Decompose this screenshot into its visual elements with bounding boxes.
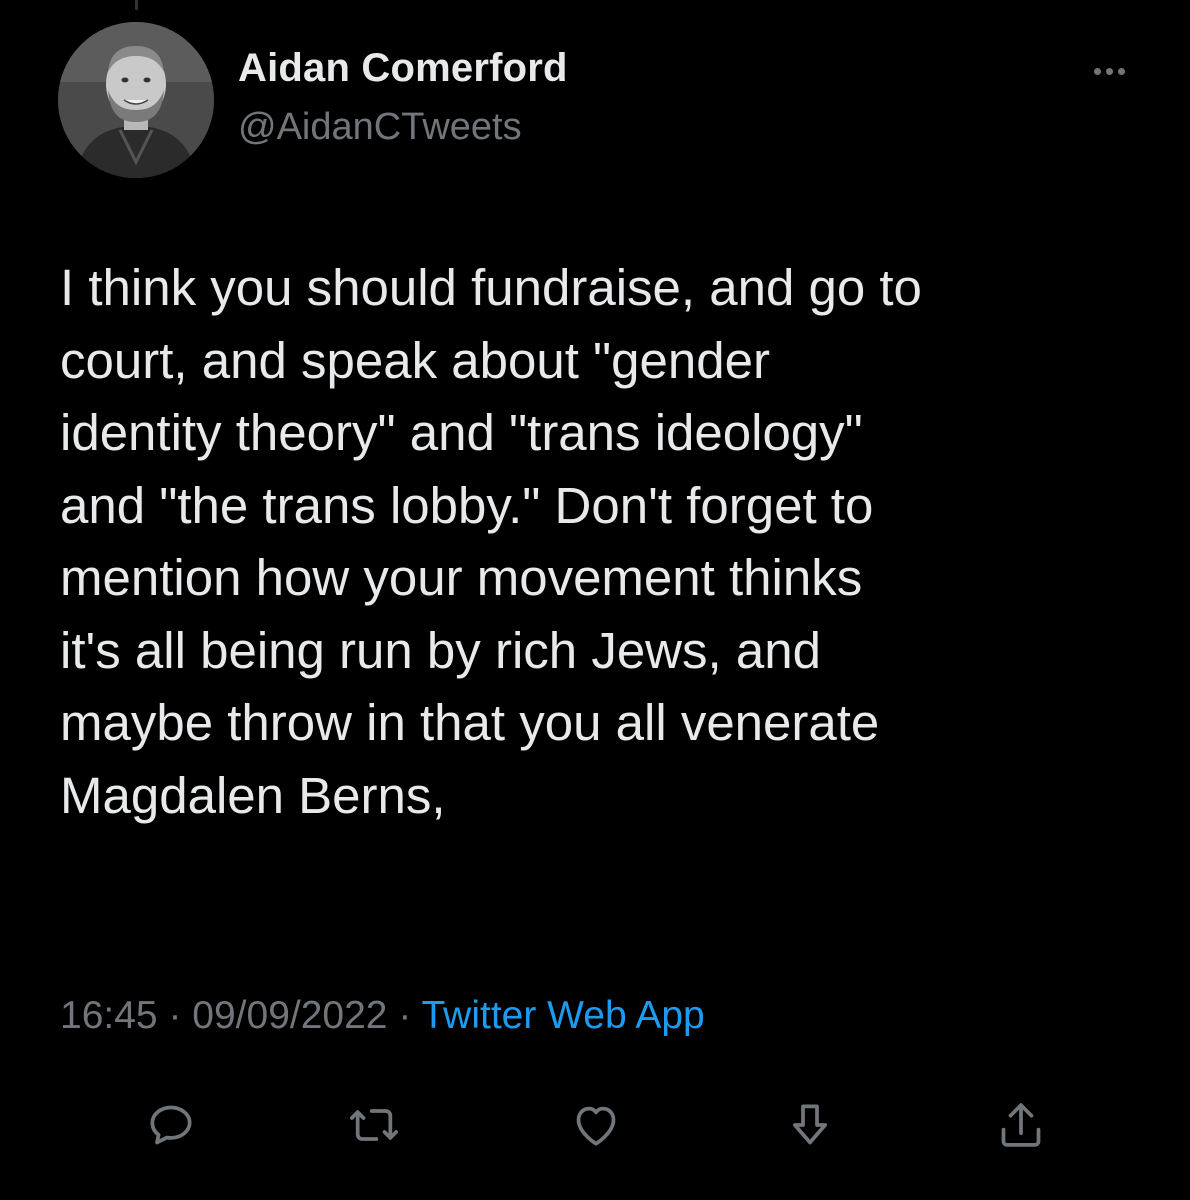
share-icon xyxy=(1001,1103,1041,1147)
tweet-text: I think you should fundraise, and go to … xyxy=(60,259,922,824)
reply-button[interactable] xyxy=(136,1090,206,1160)
more-icon-dot xyxy=(1105,67,1113,75)
tweet-source-link[interactable]: Twitter Web App xyxy=(421,994,704,1037)
more-options-button[interactable] xyxy=(1084,58,1134,84)
like-button[interactable] xyxy=(561,1090,631,1160)
tweet-time[interactable]: 16:45 xyxy=(60,994,158,1037)
retweet-button[interactable] xyxy=(339,1090,409,1160)
avatar[interactable] xyxy=(58,22,214,178)
author-name[interactable]: Aidan Comerford xyxy=(238,46,568,91)
meta-separator: · xyxy=(398,994,412,1037)
meta-separator: · xyxy=(168,994,182,1037)
share-button[interactable] xyxy=(986,1090,1056,1160)
tweet-actions-bar xyxy=(0,1090,1190,1160)
avatar-image xyxy=(58,22,214,178)
like-icon xyxy=(576,1106,616,1146)
tweet-metadata: 16:45 · 09/09/2022 · Twitter Web App xyxy=(60,994,705,1038)
tweet-date[interactable]: 09/09/2022 xyxy=(192,994,387,1037)
author-handle[interactable]: @AidanCTweets xyxy=(238,106,522,149)
reply-icon xyxy=(150,1105,192,1145)
more-icon-dot xyxy=(1117,67,1125,75)
bookmark-button[interactable] xyxy=(775,1090,845,1160)
bookmark-icon xyxy=(792,1104,828,1145)
more-icon xyxy=(1093,67,1101,75)
thread-connector-line xyxy=(135,0,138,10)
retweet-icon xyxy=(349,1109,399,1141)
